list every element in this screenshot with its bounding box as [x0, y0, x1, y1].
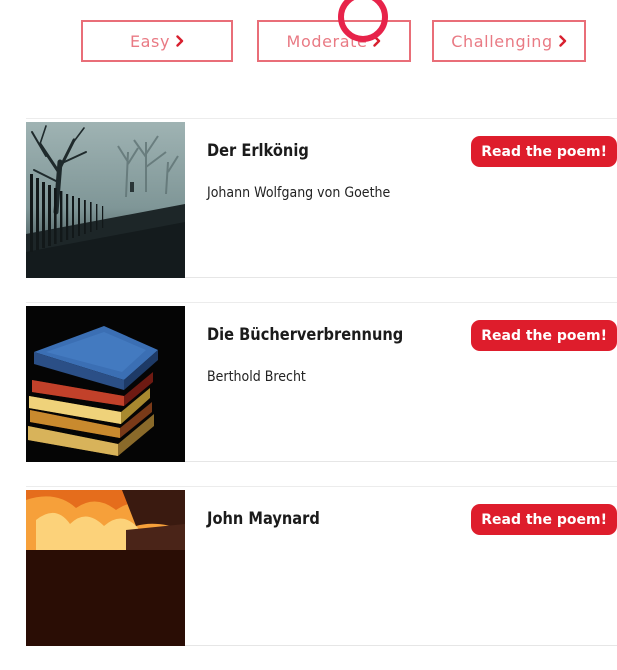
- fire-image: [26, 490, 185, 646]
- chevron-right-icon: [176, 35, 184, 47]
- poem-card[interactable]: Der Erlkönig Johann Wolfgang von Goethe …: [26, 118, 617, 278]
- moderate-filter-button[interactable]: Moderate: [257, 20, 411, 62]
- poem-list: Der Erlkönig Johann Wolfgang von Goethe …: [26, 118, 617, 670]
- challenging-filter-button[interactable]: Challenging: [432, 20, 586, 62]
- moderate-filter-label: Moderate: [286, 31, 368, 51]
- poem-title: Der Erlkönig: [207, 141, 309, 161]
- poem-card[interactable]: Die Bücherverbrennung Berthold Brecht Re…: [26, 302, 617, 462]
- easy-filter-label: Easy: [129, 31, 171, 51]
- read-poem-button[interactable]: Read the poem!: [471, 136, 617, 167]
- challenging-filter-label: Challenging: [451, 31, 553, 51]
- poem-author: Berthold Brecht: [207, 369, 306, 385]
- read-poem-button[interactable]: Read the poem!: [471, 320, 617, 351]
- difficulty-filter-bar: Easy Moderate Challenging: [0, 0, 617, 80]
- poem-card[interactable]: John Maynard Read the poem!: [26, 486, 617, 646]
- chevron-right-icon: [373, 35, 381, 47]
- poem-title: John Maynard: [207, 509, 320, 529]
- poem-author: Johann Wolfgang von Goethe: [207, 185, 391, 201]
- poem-title: Die Bücherverbrennung: [207, 325, 404, 345]
- misty-forest-fence-image: [26, 122, 185, 278]
- easy-filter-button[interactable]: Easy: [81, 20, 233, 62]
- chevron-right-icon: [559, 35, 567, 47]
- read-poem-button[interactable]: Read the poem!: [471, 504, 617, 535]
- stacked-books-image: [26, 306, 185, 462]
